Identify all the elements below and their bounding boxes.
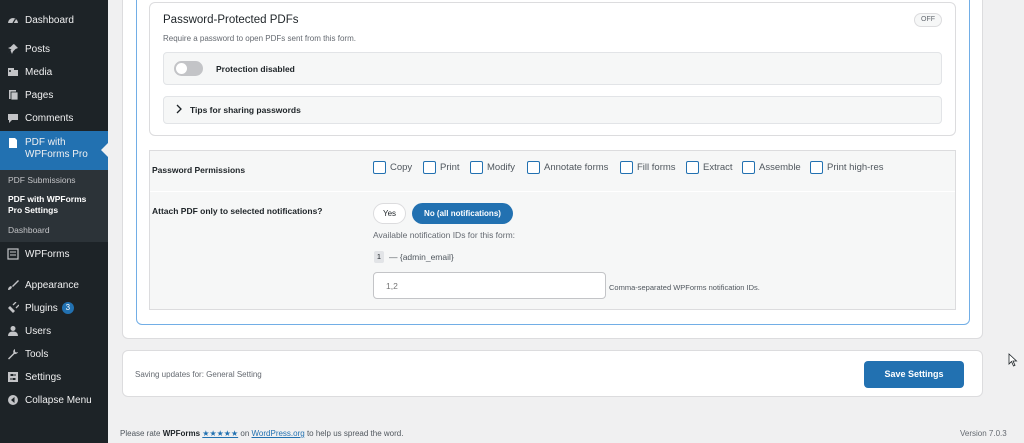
permission-annotate-forms[interactable]: Annotate forms [527, 161, 608, 174]
document-icon [7, 137, 19, 149]
rating-stars-link[interactable]: ★★★★★ [202, 429, 238, 438]
menu-item-pdf-with-wpforms-pro[interactable]: PDF with WPForms Pro [0, 131, 108, 171]
plugins-update-badge: 3 [61, 302, 74, 314]
status-badge: OFF [914, 13, 942, 27]
attach-no-button[interactable]: No (all notifications) [412, 203, 513, 224]
user-icon [7, 325, 19, 337]
saving-updates-text: Saving updates for: General Setting [135, 370, 262, 379]
checkbox[interactable] [742, 161, 755, 174]
footer-rate-text: Please rate WPForms ★★★★★ on WordPress.o… [120, 429, 404, 438]
comment-icon [7, 112, 19, 124]
permission-extract[interactable]: Extract [686, 161, 733, 174]
checkbox[interactable] [470, 161, 483, 174]
pages-icon [7, 89, 19, 101]
permission-print-high-res[interactable]: Print high-res [810, 161, 884, 174]
notification-ids-input[interactable] [373, 272, 606, 299]
permission-assemble[interactable]: Assemble [742, 161, 801, 174]
menu-item-comments[interactable]: Comments [0, 107, 108, 129]
menu-item-users[interactable]: Users [0, 320, 108, 342]
menu-item-pages[interactable]: Pages [0, 84, 108, 106]
section-title: Password-Protected PDFs [163, 14, 299, 26]
password-permissions-label: Password Permissions [152, 165, 246, 175]
mouse-cursor-icon [1008, 353, 1018, 367]
menu-item-posts[interactable]: Posts [0, 38, 108, 60]
dashboard-icon [7, 14, 19, 26]
attach-yes-button[interactable]: Yes [373, 203, 406, 224]
notification-ids-hint: Comma-separated WPForms notification IDs… [609, 283, 760, 292]
menu-item-wpforms[interactable]: WPForms [0, 243, 108, 265]
menu-item-appearance[interactable]: Appearance [0, 274, 108, 296]
submenu-item-pdf-settings[interactable]: PDF with WPForms Pro Settings [8, 194, 98, 216]
collapse-menu-button[interactable]: Collapse Menu [0, 389, 108, 411]
admin-sidebar: Dashboard Posts Media Pages Comments PDF… [0, 0, 108, 443]
menu-item-plugins[interactable]: Plugins 3 [0, 297, 108, 319]
row-divider [150, 191, 955, 192]
attach-notifications-label: Attach PDF only to selected notification… [152, 206, 323, 216]
wordpress-org-link[interactable]: WordPress.org [252, 429, 305, 438]
notification-id-text: — {admin_email} [389, 252, 454, 262]
chevron-right-icon [175, 104, 183, 117]
wrench-icon [7, 348, 19, 360]
toggle-knob [176, 63, 187, 74]
tips-accordion-label: Tips for sharing passwords [190, 105, 301, 115]
checkbox[interactable] [810, 161, 823, 174]
plug-icon [7, 302, 19, 314]
permission-copy[interactable]: Copy [373, 161, 412, 174]
protection-toggle[interactable] [174, 61, 203, 76]
save-settings-button[interactable]: Save Settings [864, 361, 964, 388]
menu-item-media[interactable]: Media [0, 61, 108, 83]
section-description: Require a password to open PDFs sent fro… [163, 34, 356, 43]
menu-item-dashboard[interactable]: Dashboard [0, 9, 108, 31]
submenu-item-dashboard[interactable]: Dashboard [8, 225, 50, 236]
notification-id-chip: 1 [374, 251, 384, 263]
checkbox[interactable] [686, 161, 699, 174]
available-ids-text: Available notification IDs for this form… [373, 230, 516, 240]
form-icon [7, 248, 19, 260]
version-text: Version 7.0.3 [960, 429, 1007, 438]
checkbox[interactable] [620, 161, 633, 174]
menu-item-settings[interactable]: Settings [0, 366, 108, 388]
pin-icon [7, 43, 19, 55]
pdf-submenu: PDF Submissions PDF with WPForms Pro Set… [0, 170, 108, 242]
permission-print[interactable]: Print [423, 161, 460, 174]
protection-toggle-label: Protection disabled [216, 64, 295, 74]
submenu-item-pdf-submissions[interactable]: PDF Submissions [8, 175, 76, 186]
checkbox[interactable] [373, 161, 386, 174]
checkbox[interactable] [423, 161, 436, 174]
media-icon [7, 66, 19, 78]
permission-fill-forms[interactable]: Fill forms [620, 161, 676, 174]
checkbox[interactable] [527, 161, 540, 174]
permission-modify[interactable]: Modify [470, 161, 515, 174]
collapse-icon [7, 394, 19, 406]
menu-item-tools[interactable]: Tools [0, 343, 108, 365]
settings-icon [7, 371, 19, 383]
brush-icon [7, 279, 19, 291]
